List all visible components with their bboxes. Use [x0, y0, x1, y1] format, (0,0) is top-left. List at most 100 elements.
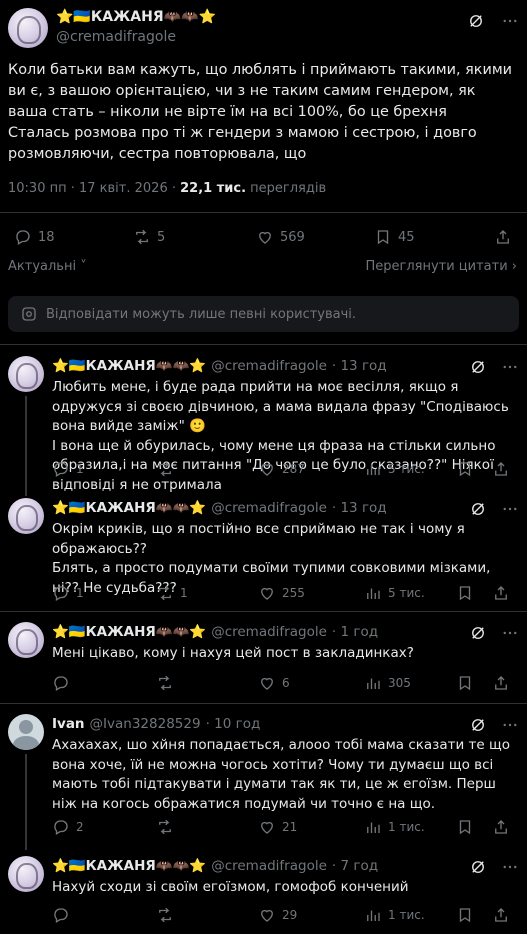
repost-button[interactable]: 5 [133, 228, 165, 246]
more-options-icon[interactable] [501, 500, 519, 518]
bookmark-button[interactable]: 45 [374, 228, 415, 246]
views-icon[interactable] [364, 906, 382, 924]
reply-avatar[interactable] [8, 356, 44, 392]
grok-icon[interactable] [469, 716, 487, 734]
grok-icon[interactable] [469, 858, 487, 876]
reply-icon[interactable] [52, 460, 70, 478]
more-options-icon[interactable] [501, 858, 519, 876]
share-button[interactable] [494, 228, 512, 246]
bookmark-icon[interactable] [456, 818, 474, 836]
heart-icon[interactable] [258, 584, 276, 602]
reply-header: Ivan @Ivan32828529 · 10 год [52, 716, 260, 732]
share-icon[interactable] [492, 460, 510, 478]
reply-icon[interactable] [52, 674, 70, 692]
views-icon[interactable] [364, 460, 382, 478]
bookmark-icon[interactable] [456, 674, 474, 692]
reply-count: 1 [76, 462, 84, 476]
heart-icon[interactable] [258, 674, 276, 692]
reply-item[interactable]: ⭐🇺🇦КАЖАНЯ🦇🦇⭐ @cremadifragole · 7 год Нах… [0, 856, 527, 934]
reply-item[interactable]: ⭐🇺🇦КАЖАНЯ🦇🦇⭐ @cremadifragole · 13 год Ок… [0, 498, 527, 612]
views-icon[interactable] [364, 674, 382, 692]
reply-author-name[interactable]: ⭐🇺🇦КАЖАНЯ🦇🦇⭐ [52, 358, 206, 374]
reply-author-name[interactable]: ⭐🇺🇦КАЖАНЯ🦇🦇⭐ [52, 858, 206, 874]
reply-author-name[interactable]: Ivan [52, 716, 85, 732]
bookmark-icon[interactable] [456, 906, 474, 924]
more-options-icon[interactable] [501, 358, 519, 376]
reply-time[interactable]: · 1 год [332, 624, 378, 640]
grok-icon[interactable] [469, 624, 487, 642]
share-icon[interactable] [492, 584, 510, 602]
reply-avatar[interactable] [8, 856, 44, 892]
more-options-icon[interactable] [501, 716, 519, 734]
reply-text: Мені цікаво, кому і нахуя цей пост в зак… [52, 645, 414, 661]
reply-icon [16, 230, 30, 245]
more-options-icon[interactable] [501, 12, 519, 30]
share-icon[interactable] [492, 818, 510, 836]
reply-icon[interactable] [52, 818, 70, 836]
author-name[interactable]: ⭐🇺🇦КАЖАНЯ🦇🦇⭐ [56, 9, 216, 25]
heart-icon[interactable] [258, 906, 276, 924]
views-count: 5 тис. [388, 462, 425, 476]
reply-header: ⭐🇺🇦КАЖАНЯ🦇🦇⭐ @cremadifragole · 1 год [52, 624, 378, 640]
heart-icon [259, 231, 271, 244]
reply-author-name[interactable]: ⭐🇺🇦КАЖАНЯ🦇🦇⭐ [52, 624, 206, 640]
heart-icon[interactable] [258, 460, 276, 478]
repost-icon[interactable] [156, 674, 174, 692]
like-count: 287 [282, 462, 305, 476]
like-count: 21 [282, 820, 298, 834]
more-options-icon[interactable] [501, 624, 519, 642]
reply-avatar[interactable] [8, 714, 44, 750]
bookmark-count: 45 [398, 229, 415, 245]
grok-icon[interactable] [469, 500, 487, 518]
reply-avatar[interactable] [8, 622, 44, 658]
divider [0, 703, 527, 704]
reply-item[interactable]: ⭐🇺🇦КАЖАНЯ🦇🦇⭐ @cremadifragole · 1 год Мен… [0, 622, 527, 700]
share-icon[interactable] [492, 674, 510, 692]
reply-avatar[interactable] [8, 498, 44, 534]
reply-item[interactable]: ⭐🇺🇦КАЖАНЯ🦇🦇⭐ @cremadifragole · 13 год Лю… [0, 356, 527, 496]
grok-icon[interactable] [469, 358, 487, 376]
reply-time[interactable]: · 7 год [332, 858, 378, 874]
like-count: 6 [282, 676, 290, 690]
bookmark-icon[interactable] [456, 460, 474, 478]
reply-author-handle[interactable]: @cremadifragole [211, 624, 327, 640]
reply-author-handle[interactable]: @cremadifragole [211, 500, 327, 516]
post-meta: 10:30 пп · 17 квіт. 2026 · 22,1 тис. пер… [8, 181, 326, 196]
chevron-down-icon: ˅ [76, 259, 87, 274]
post-time[interactable]: 10:30 пп · 17 квіт. 2026 · [8, 181, 180, 196]
reply-item[interactable]: Ivan @Ivan32828529 · 10 год Ахахахах, шо… [0, 714, 527, 850]
views-icon[interactable] [364, 584, 382, 602]
reply-time[interactable]: · 13 год [332, 358, 387, 374]
sort-dropdown[interactable]: Актуальні ˅ [8, 259, 87, 274]
quotes-label: Переглянути цитати [365, 259, 508, 274]
views-icon[interactable] [364, 818, 382, 836]
grok-icon[interactable] [467, 12, 485, 30]
repost-icon[interactable] [156, 906, 174, 924]
reply-time[interactable]: · 13 год [332, 500, 387, 516]
reply-text: Нахуй сходи зі своїм егоїзмом, гомофоб к… [52, 879, 409, 895]
reply-author-handle[interactable]: @cremadifragole [211, 358, 327, 374]
author-handle[interactable]: @cremadifragole [56, 29, 176, 45]
reply-text: Ахахахах, шо хйня попадається, алоoo тоб… [52, 737, 515, 812]
reply-icon[interactable] [52, 906, 70, 924]
reply-count: 2 [76, 820, 84, 834]
reply-button[interactable]: 18 [14, 228, 55, 246]
reply-icon[interactable] [52, 584, 70, 602]
reply-author-handle[interactable]: @Ivan32828529 [90, 716, 201, 732]
reply-author-name[interactable]: ⭐🇺🇦КАЖАНЯ🦇🦇⭐ [52, 500, 206, 516]
repost-icon[interactable] [156, 460, 174, 478]
reply-author-handle[interactable]: @cremadifragole [211, 858, 327, 874]
reply-time[interactable]: · 10 год [206, 716, 261, 732]
reply-header: ⭐🇺🇦КАЖАНЯ🦇🦇⭐ @cremadifragole · 13 год [52, 358, 387, 374]
heart-icon[interactable] [258, 818, 276, 836]
views-count: 22,1 тис. [180, 181, 247, 196]
view-quotes-link[interactable]: Переглянути цитати › [365, 259, 517, 274]
views-count: 305 [388, 676, 411, 690]
share-icon[interactable] [492, 906, 510, 924]
author-avatar[interactable] [8, 8, 48, 48]
like-button[interactable]: 569 [256, 228, 305, 246]
repost-icon[interactable] [156, 818, 174, 836]
repost-icon[interactable] [156, 584, 174, 602]
bookmark-icon[interactable] [456, 584, 474, 602]
notice-text: Відповідати можуть лише певні користувач… [46, 306, 357, 322]
